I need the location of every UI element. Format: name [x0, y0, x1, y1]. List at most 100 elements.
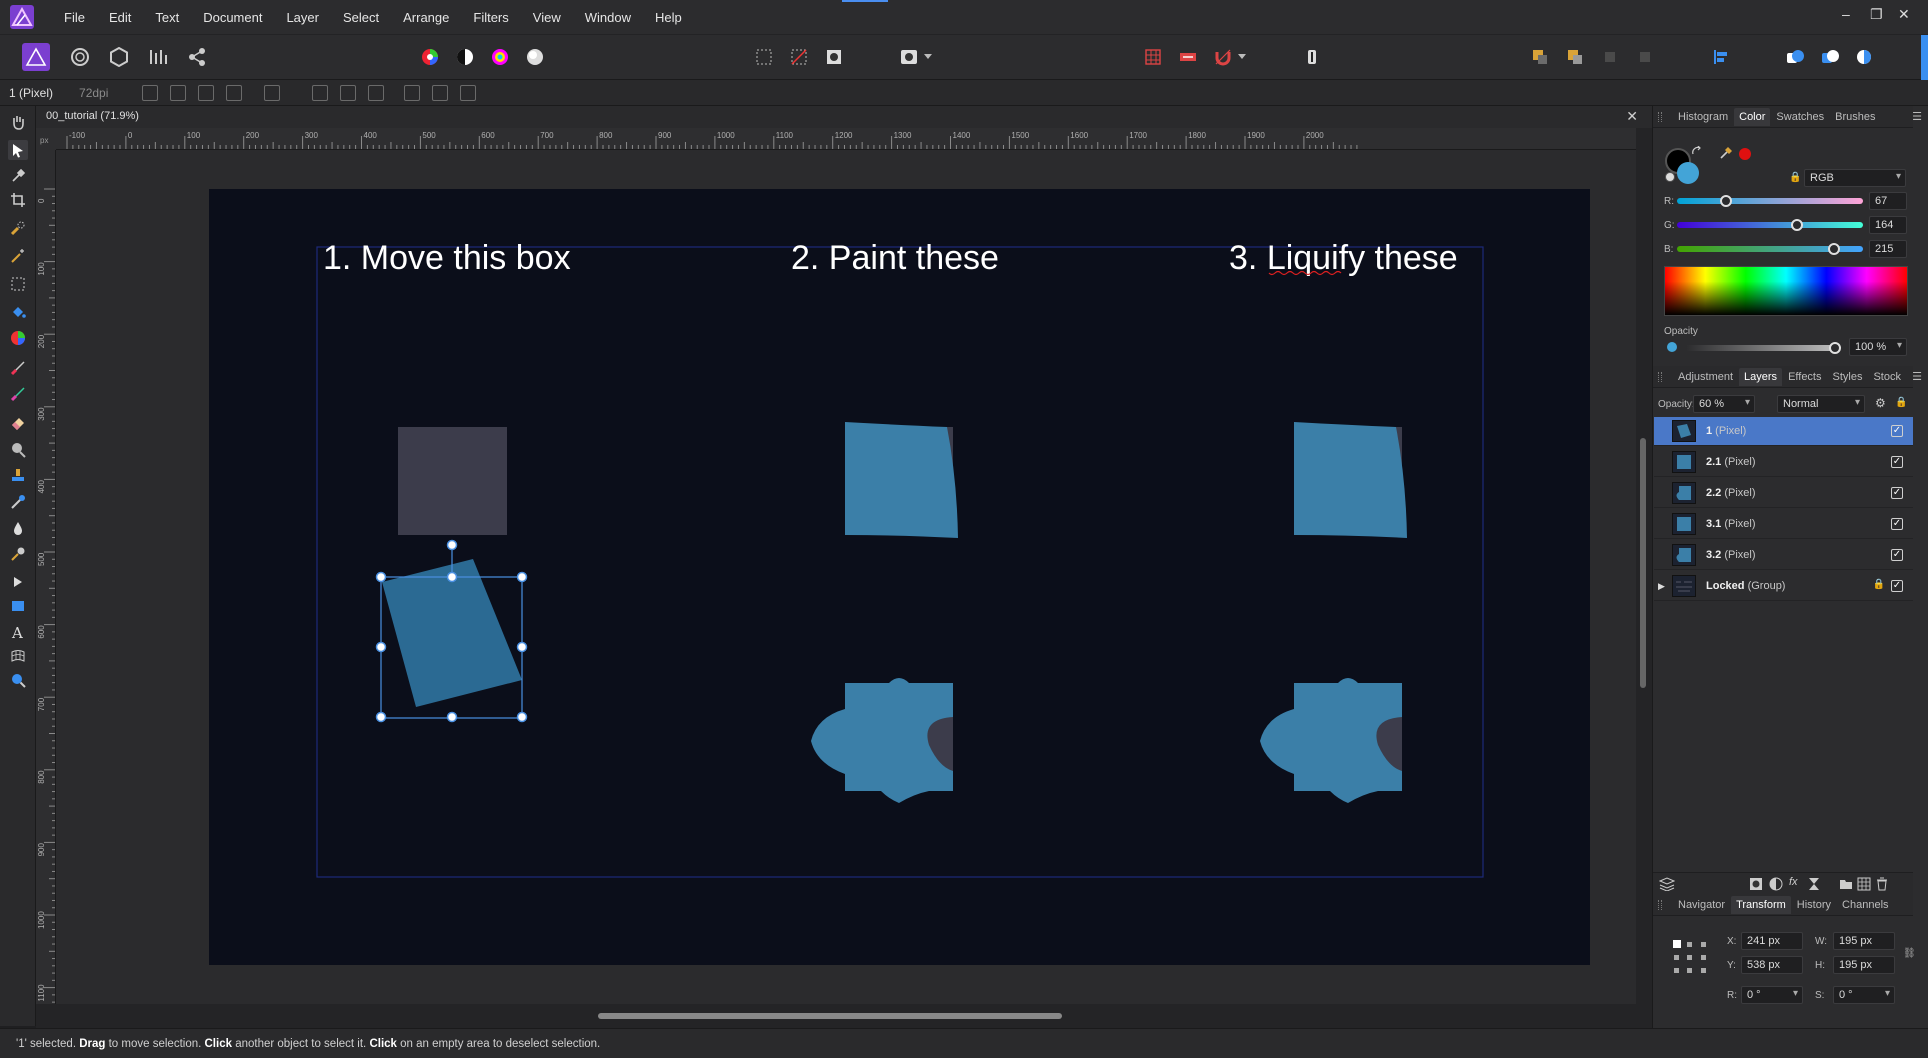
- link-proportions-icon[interactable]: ⛓: [1903, 948, 1916, 959]
- text-tool[interactable]: A: [8, 622, 28, 642]
- resize-handle-b[interactable]: [446, 711, 458, 723]
- align-center-button[interactable]: [340, 85, 356, 101]
- tab-channels[interactable]: Channels: [1837, 896, 1893, 914]
- tab-swatches[interactable]: Swatches: [1771, 108, 1829, 126]
- menu-file[interactable]: File: [52, 10, 97, 25]
- resize-handle-tr[interactable]: [516, 571, 528, 583]
- vertical-scroll-thumb[interactable]: [1640, 438, 1646, 688]
- menu-arrange[interactable]: Arrange: [391, 10, 461, 25]
- auto-contrast-button[interactable]: [453, 45, 477, 69]
- zoom-tool[interactable]: [8, 670, 28, 690]
- align-left-button[interactable]: [312, 85, 328, 101]
- paint-brush-tool[interactable]: [8, 358, 28, 378]
- erase-brush-tool[interactable]: [8, 412, 28, 432]
- lock-icon[interactable]: 🔒: [1789, 172, 1801, 183]
- transform-origin-button[interactable]: [142, 85, 158, 101]
- tab-history[interactable]: History: [1792, 896, 1836, 914]
- opacity-field[interactable]: 100 %: [1849, 338, 1907, 356]
- rotation-field[interactable]: 0 °: [1741, 986, 1803, 1004]
- r-value-field[interactable]: 67: [1869, 192, 1907, 210]
- transform-objects-button[interactable]: [198, 85, 214, 101]
- layer-row[interactable]: ▶ Locked (Group) 🔒 ✓: [1654, 572, 1913, 601]
- minimize-button[interactable]: –: [1842, 6, 1850, 22]
- menu-layer[interactable]: Layer: [274, 10, 331, 25]
- document-canvas[interactable]: 1. Move this box 2. Paint these 3. Liqui…: [209, 189, 1590, 965]
- liquify-box-top[interactable]: [1294, 422, 1407, 538]
- layers-panel-menu-icon[interactable]: ☰: [1912, 370, 1922, 383]
- paint-box-top[interactable]: [845, 422, 958, 538]
- layer-visibility-checkbox[interactable]: ✓: [1891, 518, 1903, 530]
- paint-box-bottom[interactable]: [811, 678, 953, 803]
- layer-visibility-checkbox[interactable]: ✓: [1891, 580, 1903, 592]
- opacity-slider[interactable]: [1685, 345, 1835, 351]
- snapping-button[interactable]: [1211, 45, 1235, 69]
- rectangle-tool[interactable]: [8, 596, 28, 616]
- quick-mask-button[interactable]: [897, 45, 921, 69]
- resize-handle-r[interactable]: [516, 641, 528, 653]
- fill-color-well[interactable]: [1677, 162, 1699, 184]
- layer-stack-icon[interactable]: [1659, 877, 1675, 891]
- photo-persona-button[interactable]: [22, 43, 50, 71]
- deselect-button[interactable]: [787, 45, 811, 69]
- node-tool[interactable]: [8, 572, 28, 592]
- flood-fill-tool[interactable]: [8, 302, 28, 322]
- menu-filters[interactable]: Filters: [461, 10, 520, 25]
- g-slider-knob[interactable]: [1790, 219, 1803, 231]
- swap-colors-icon[interactable]: [1691, 146, 1703, 158]
- boolean-subtract-button[interactable]: [1818, 45, 1842, 69]
- g-slider[interactable]: [1677, 222, 1863, 228]
- r-slider-knob[interactable]: [1719, 195, 1732, 207]
- arrange-forward-button[interactable]: [1598, 45, 1622, 69]
- tab-layers[interactable]: Layers: [1739, 367, 1783, 386]
- no-fill-icon[interactable]: [1665, 172, 1675, 182]
- transform-separately-button[interactable]: [226, 85, 242, 101]
- assistant-button[interactable]: [1300, 45, 1324, 69]
- align-right-button[interactable]: [368, 85, 384, 101]
- layer-row[interactable]: 3.1 (Pixel) ✓: [1654, 510, 1913, 539]
- vertical-scrollbar[interactable]: [1636, 128, 1652, 1004]
- crop-tool[interactable]: [8, 190, 28, 210]
- tab-styles[interactable]: Styles: [1828, 368, 1868, 386]
- opacity-slider-knob[interactable]: [1829, 342, 1841, 354]
- align-middle-button[interactable]: [432, 85, 448, 101]
- document-tab[interactable]: 00_tutorial (71.9%): [46, 110, 139, 122]
- tab-brushes[interactable]: Brushes: [1830, 108, 1880, 126]
- boolean-intersect-button[interactable]: [1853, 45, 1877, 69]
- b-slider-knob[interactable]: [1827, 243, 1840, 255]
- flood-select-tool[interactable]: [8, 246, 28, 266]
- restore-button[interactable]: ❐: [1870, 6, 1883, 23]
- blend-mode-dropdown[interactable]: Normal: [1777, 395, 1865, 413]
- resize-handle-tl[interactable]: [375, 571, 387, 583]
- align-bottom-button[interactable]: [460, 85, 476, 101]
- menu-text[interactable]: Text: [143, 10, 191, 25]
- layer-row[interactable]: 2.1 (Pixel) ✓: [1654, 448, 1913, 477]
- x-field[interactable]: 241 px: [1741, 932, 1803, 950]
- rotation-handle[interactable]: [446, 539, 458, 551]
- healing-brush-tool[interactable]: [8, 492, 28, 512]
- boolean-add-button[interactable]: [1783, 45, 1807, 69]
- liquify-box-bottom[interactable]: [1260, 678, 1402, 803]
- live-filter-icon[interactable]: [1807, 877, 1821, 891]
- add-group-icon[interactable]: [1839, 877, 1853, 891]
- invert-selection-button[interactable]: [822, 45, 846, 69]
- horizontal-scrollbar[interactable]: [36, 1004, 1652, 1028]
- arrange-front-button[interactable]: [1633, 45, 1657, 69]
- tone-mapping-persona-button[interactable]: [146, 45, 170, 69]
- align-button[interactable]: [1709, 45, 1733, 69]
- arrange-back-button[interactable]: [1528, 45, 1552, 69]
- rotate-button[interactable]: [264, 85, 280, 101]
- tab-navigator[interactable]: Navigator: [1673, 896, 1730, 914]
- gear-icon[interactable]: ⚙: [1875, 396, 1886, 410]
- lock-layer-icon[interactable]: 🔒: [1895, 397, 1907, 408]
- menu-view[interactable]: View: [521, 10, 573, 25]
- layer-row[interactable]: 3.2 (Pixel) ✓: [1654, 541, 1913, 570]
- selection-marquee-button[interactable]: [752, 45, 776, 69]
- menu-document[interactable]: Document: [191, 10, 274, 25]
- arrange-backward-button[interactable]: [1563, 45, 1587, 69]
- clone-brush-tool[interactable]: [8, 466, 28, 486]
- resize-handle-t[interactable]: [446, 571, 458, 583]
- resize-handle-br[interactable]: [516, 711, 528, 723]
- menu-help[interactable]: Help: [643, 10, 694, 25]
- b-value-field[interactable]: 215: [1869, 240, 1907, 258]
- tab-adjustment[interactable]: Adjustment: [1673, 368, 1738, 386]
